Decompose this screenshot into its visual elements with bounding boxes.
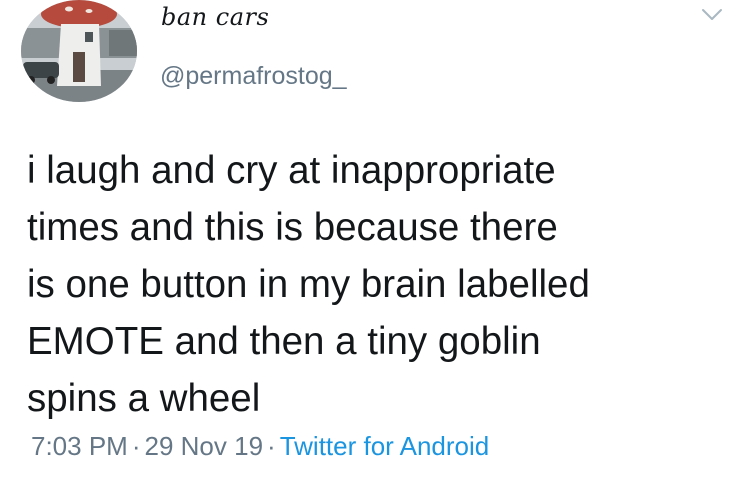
tweet-card: ban cars @permafrostog_ i laugh and cry … — [0, 0, 750, 478]
mushroom-house-avatar-icon — [21, 0, 137, 102]
avatar[interactable] — [21, 0, 137, 102]
tweet-source-link[interactable]: Twitter for Android — [280, 431, 490, 461]
tweet-metadata: 7:03 PM · 29 Nov 19 · Twitter for Android — [31, 431, 489, 462]
tweet-date[interactable]: 29 Nov 19 — [145, 431, 264, 461]
user-handle[interactable]: @permafrostog_ — [160, 62, 347, 91]
separator: · — [267, 431, 276, 461]
chevron-down-icon[interactable] — [701, 8, 723, 22]
tweet-text: i laugh and cry at inappropriate times a… — [27, 149, 590, 420]
display-name[interactable]: ban cars — [161, 3, 269, 31]
separator: · — [131, 431, 141, 461]
tweet-time[interactable]: 7:03 PM — [31, 431, 128, 461]
